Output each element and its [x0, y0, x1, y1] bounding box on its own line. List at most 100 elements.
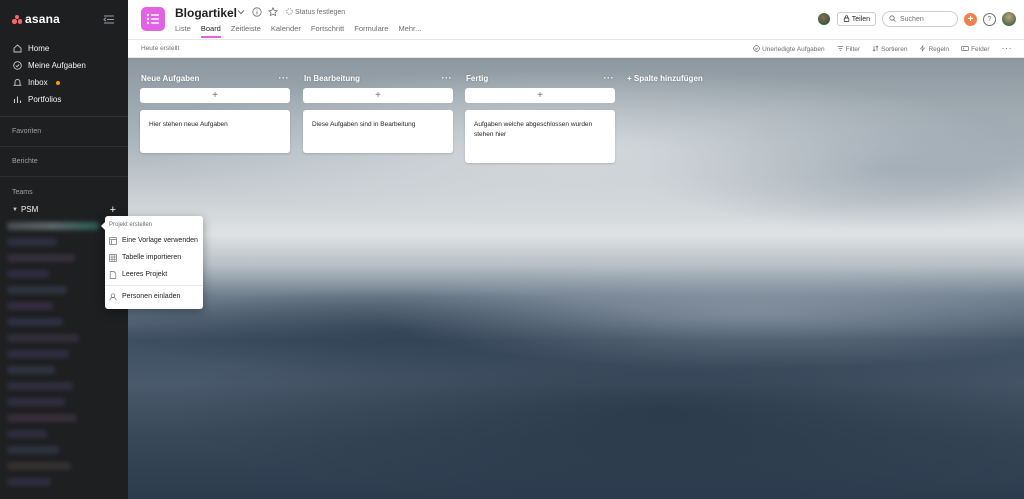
tab-list[interactable]: Liste: [175, 24, 191, 38]
task-card[interactable]: Diese Aufgaben sind in Bearbeitung: [303, 110, 453, 153]
blurred-project-row[interactable]: [7, 478, 51, 486]
filter-button[interactable]: Filter: [837, 45, 860, 54]
blurred-project-row[interactable]: [7, 366, 55, 374]
project-tabs: Liste Board Zeitleiste Kalender Fortschr…: [175, 24, 421, 38]
menu-item-use-template[interactable]: Eine Vorlage verwenden: [105, 232, 203, 249]
column-header[interactable]: Neue Aufgaben ···: [140, 69, 290, 87]
project-title-actions: Status festlegen: [236, 7, 345, 17]
fields-icon: [961, 45, 969, 54]
quick-add-button[interactable]: +: [964, 12, 977, 26]
user-avatar[interactable]: [1002, 12, 1016, 26]
blurred-project-row[interactable]: [7, 430, 47, 438]
project-header: Blogartikel Status festlegen Liste Board…: [128, 0, 1024, 39]
task-card-text: Aufgaben welche abgeschlossen wurden ste…: [474, 121, 593, 138]
create-project-menu: Projekt erstellen Eine Vorlage verwenden…: [101, 216, 203, 309]
help-icon[interactable]: ?: [983, 12, 996, 26]
sidebar-item-home[interactable]: Home: [0, 40, 128, 57]
set-status-button[interactable]: Status festlegen: [286, 7, 346, 17]
menu-item-invite-people[interactable]: Personen einladen: [105, 288, 203, 305]
person-icon: [109, 292, 117, 301]
star-icon[interactable]: [268, 7, 278, 17]
share-button[interactable]: Teilen: [836, 12, 876, 26]
status-circle-icon: [286, 7, 293, 17]
add-task-button[interactable]: +: [303, 88, 453, 103]
team-row-psm[interactable]: ▼ PSM +: [12, 204, 116, 215]
sidebar-divider: [0, 116, 128, 117]
sort-label: Sortieren: [881, 46, 908, 53]
bell-icon: [13, 78, 22, 87]
column-header[interactable]: In Bearbeitung ···: [303, 69, 453, 87]
status-label: Status festlegen: [295, 8, 346, 16]
blurred-project-row[interactable]: [7, 462, 71, 470]
blurred-project-row[interactable]: [7, 302, 53, 310]
tab-more[interactable]: Mehr...: [398, 24, 421, 38]
add-task-button[interactable]: +: [140, 88, 290, 103]
tab-forms[interactable]: Formulare: [354, 24, 388, 38]
blurred-project-row[interactable]: [7, 414, 77, 422]
tab-board[interactable]: Board: [200, 24, 221, 38]
column-more-icon[interactable]: ···: [279, 73, 290, 83]
info-icon[interactable]: [252, 7, 262, 17]
fields-button[interactable]: Felder: [961, 45, 990, 54]
project-title: Blogartikel: [175, 6, 238, 20]
sidebar-section-favorites[interactable]: Favoriten: [12, 128, 41, 135]
add-project-icon[interactable]: +: [110, 204, 116, 215]
sidebar-item-inbox[interactable]: Inbox: [0, 74, 128, 91]
asana-logo[interactable]: asana: [12, 12, 60, 26]
search-icon: [889, 14, 896, 24]
tab-timeline[interactable]: Zeitleiste: [231, 24, 261, 38]
task-card-text: Diese Aufgaben sind in Bearbeitung: [312, 121, 416, 128]
blurred-project-row[interactable]: [7, 398, 65, 406]
home-icon: [13, 44, 22, 53]
team-name: PSM: [20, 205, 39, 214]
search-box[interactable]: [882, 11, 958, 27]
member-avatar[interactable]: [816, 12, 831, 26]
created-today-label[interactable]: Heute erstellt: [141, 45, 179, 52]
tab-calendar[interactable]: Kalender: [271, 24, 301, 38]
blurred-project-row[interactable]: [7, 350, 69, 358]
table-icon: [109, 253, 117, 262]
blurred-project-row[interactable]: [7, 446, 59, 454]
board-column: Fertig ··· + Aufgaben welche abgeschloss…: [465, 69, 615, 163]
caret-down-icon[interactable]: ▼: [12, 207, 18, 213]
bar-chart-icon: [13, 95, 22, 104]
sidebar-section-teams: Teams: [12, 189, 33, 196]
blurred-project-row[interactable]: [7, 270, 49, 278]
more-options-icon[interactable]: ···: [1002, 42, 1013, 54]
sidebar-item-my-tasks[interactable]: Meine Aufgaben: [0, 57, 128, 74]
project-list-icon[interactable]: [141, 7, 165, 31]
task-card[interactable]: Hier stehen neue Aufgaben: [140, 110, 290, 153]
sidebar-divider: [0, 176, 128, 177]
add-column-button[interactable]: + Spalte hinzufügen: [627, 69, 703, 87]
incomplete-tasks-label: Unerledigte Aufgaben: [762, 46, 825, 53]
blurred-project-row[interactable]: [7, 334, 79, 342]
tab-progress[interactable]: Fortschritt: [311, 24, 344, 38]
column-header[interactable]: Fertig ···: [465, 69, 615, 87]
blurred-project-row[interactable]: [7, 254, 75, 262]
collapse-sidebar-icon[interactable]: [102, 14, 116, 24]
chevron-down-icon[interactable]: [236, 7, 246, 17]
blurred-project-row[interactable]: [7, 286, 67, 294]
sort-button[interactable]: Sortieren: [872, 45, 907, 54]
blurred-project-row[interactable]: [7, 222, 99, 230]
incomplete-tasks-button[interactable]: Unerledigte Aufgaben: [753, 45, 825, 54]
search-input[interactable]: [900, 15, 950, 23]
sidebar-section-reports[interactable]: Berichte: [12, 158, 38, 165]
toolbar-actions: Unerledigte Aufgaben Filter Sortieren Re…: [753, 42, 1013, 54]
menu-item-label: Leeres Projekt: [122, 271, 168, 278]
menu-item-blank-project[interactable]: Leeres Projekt: [105, 266, 203, 283]
menu-item-import-table[interactable]: Tabelle importieren: [105, 249, 203, 266]
add-task-button[interactable]: +: [465, 88, 615, 103]
board-column: In Bearbeitung ··· + Diese Aufgaben sind…: [303, 69, 453, 153]
column-more-icon[interactable]: ···: [604, 73, 615, 83]
blurred-project-row[interactable]: [7, 318, 63, 326]
rules-button[interactable]: Regeln: [919, 45, 949, 54]
blurred-project-row[interactable]: [7, 382, 73, 390]
task-card[interactable]: Aufgaben welche abgeschlossen wurden ste…: [465, 110, 615, 163]
blurred-project-row[interactable]: [7, 238, 57, 246]
board-toolbar: Heute erstellt Unerledigte Aufgaben Filt…: [128, 39, 1024, 58]
sort-icon: [872, 45, 879, 54]
sidebar-item-portfolios[interactable]: Portfolios: [0, 91, 128, 108]
column-more-icon[interactable]: ···: [442, 73, 453, 83]
check-circle-icon: [753, 45, 760, 54]
